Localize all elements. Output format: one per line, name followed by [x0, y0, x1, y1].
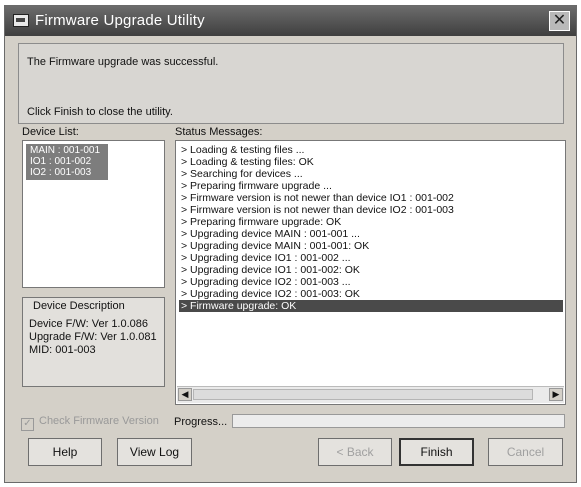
check-firmware-option: ✓ Check Firmware Version: [21, 415, 159, 431]
upgrade-fw-value: Upgrade F/W: Ver 1.0.081: [29, 331, 157, 343]
close-icon[interactable]: ✕: [549, 11, 570, 31]
status-message-line[interactable]: > Upgrading device IO2 : 001-003: OK: [179, 288, 563, 300]
device-list[interactable]: MAIN : 001-001 IO1 : 001-002 IO2 : 001-0…: [22, 140, 165, 288]
message-box: The Firmware upgrade was successful. Cli…: [18, 43, 564, 124]
status-message-line[interactable]: > Upgrading device IO1 : 001-002 ...: [179, 252, 563, 264]
status-messages-label: Status Messages:: [175, 126, 263, 138]
status-message-line[interactable]: > Preparing firmware upgrade ...: [179, 180, 563, 192]
back-button: < Back: [318, 438, 392, 466]
finish-instruction: Click Finish to close the utility.: [27, 106, 173, 118]
title-bar: Firmware Upgrade Utility ✕: [5, 6, 576, 36]
mid-value: MID: 001-003: [29, 344, 96, 356]
cancel-button: Cancel: [488, 438, 563, 466]
device-fw-value: Device F/W: Ver 1.0.086: [29, 318, 149, 330]
status-message-line[interactable]: > Loading & testing files: OK: [179, 156, 563, 168]
device-description-panel: Device Description Device F/W: Ver 1.0.0…: [22, 297, 165, 387]
arrow-right-icon[interactable]: ▶: [549, 388, 563, 401]
status-messages-list[interactable]: > Loading & testing files ... > Loading &…: [175, 140, 566, 405]
status-message-line[interactable]: > Preparing firmware upgrade: OK: [179, 216, 563, 228]
status-message-line[interactable]: > Loading & testing files ...: [179, 144, 563, 156]
status-message-line[interactable]: > Firmware version is not newer than dev…: [179, 204, 563, 216]
device-list-item[interactable]: IO2 : 001-003: [26, 167, 108, 178]
device-list-item[interactable]: IO1 : 001-002: [26, 156, 108, 167]
status-message-line[interactable]: > Upgrading device IO1 : 001-002: OK: [179, 264, 563, 276]
check-icon: ✓: [21, 418, 34, 431]
arrow-left-icon[interactable]: ◀: [178, 388, 192, 401]
status-message-line[interactable]: > Firmware version is not newer than dev…: [179, 192, 563, 204]
app-icon: [13, 14, 29, 27]
status-message-line[interactable]: > Upgrading device IO2 : 001-003 ...: [179, 276, 563, 288]
status-lines: > Loading & testing files ... > Loading &…: [179, 144, 563, 312]
window-title: Firmware Upgrade Utility: [35, 12, 205, 29]
status-message-line[interactable]: > Searching for devices ...: [179, 168, 563, 180]
device-list-item[interactable]: MAIN : 001-001: [26, 145, 108, 156]
success-message: The Firmware upgrade was successful.: [27, 56, 219, 68]
check-firmware-label: Check Firmware Version: [39, 415, 159, 427]
progress-label: Progress...: [174, 416, 228, 428]
device-description-label: Device Description: [33, 300, 125, 312]
status-message-line[interactable]: > Upgrading device MAIN : 001-001: OK: [179, 240, 563, 252]
scrollbar-thumb[interactable]: [193, 389, 533, 400]
device-list-label: Device List:: [22, 126, 79, 138]
status-message-line[interactable]: > Firmware upgrade: OK: [179, 300, 563, 312]
progress-bar: [232, 414, 565, 428]
status-message-line[interactable]: > Upgrading device MAIN : 001-001 ...: [179, 228, 563, 240]
help-button[interactable]: Help: [28, 438, 102, 466]
horizontal-scrollbar[interactable]: ◀ ▶: [177, 386, 564, 403]
view-log-button[interactable]: View Log: [117, 438, 192, 466]
finish-button[interactable]: Finish: [399, 438, 474, 466]
